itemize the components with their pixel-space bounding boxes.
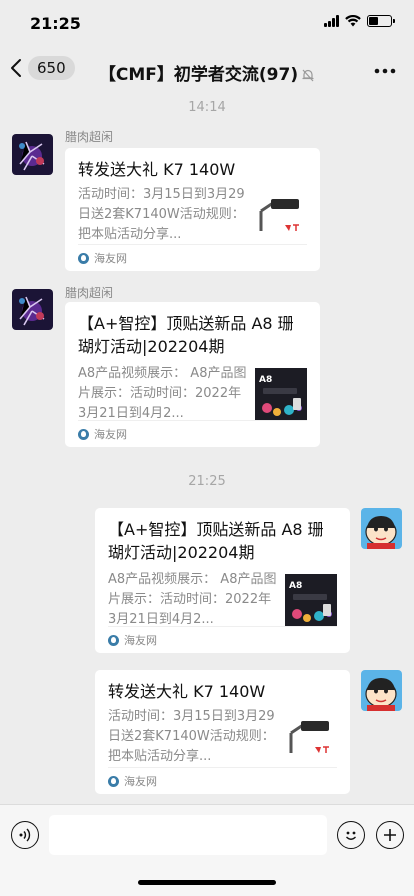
emoji-button[interactable] [337,821,365,849]
voice-input-button[interactable] [11,821,39,849]
chat-title-wrap: 【CMF】初学者交流(97) [0,60,414,85]
cellular-signal-icon [324,15,339,27]
source-name: 海友网 [94,252,127,265]
k7-light-thumbnail-icon [255,189,307,241]
svg-text:A8: A8 [259,375,272,385]
home-indicator [138,880,276,885]
card-description: 活动时间：3月15日到3月29日送2套K7140W活动规则：把本贴活动分享... [78,187,245,242]
sender-name: 腊肉超闲 [65,130,114,144]
haiyou-logo-icon [108,775,119,787]
link-card[interactable]: 【A+智控】顶贴送新品 A8 珊瑚灯活动|202204期 A8产品视频展示： A… [95,508,350,653]
card-title: 转发送大礼 K7 140W [78,160,236,179]
card-source: 海友网 [108,626,337,653]
more-functions-button[interactable] [376,821,404,849]
my-avatar[interactable] [361,508,402,549]
card-title: 【A+智控】顶贴送新品 A8 珊瑚灯活动|202204期 [108,520,324,562]
haiyou-logo-icon [78,428,89,440]
status-bar: 21:25 [0,0,414,48]
cartoon-avatar-image [361,508,402,549]
wifi-icon [345,15,361,27]
voice-icon [19,828,31,842]
card-description: 活动时间：3月15日到3月29日送2套K7140W活动规则：把本贴活动分享... [108,709,275,764]
source-name: 海友网 [124,634,157,647]
timestamp: 21:25 [188,474,226,489]
source-name: 海友网 [94,428,127,441]
timestamp: 14:14 [188,100,226,115]
card-title: 转发送大礼 K7 140W [108,682,266,701]
smiley-icon [346,831,356,840]
mute-bell-icon [302,69,314,82]
link-card[interactable]: 转发送大礼 K7 140W 活动时间：3月15日到3月29日送2套K7140W活… [65,148,320,271]
battery-icon [367,15,395,27]
cartoon-avatar-image [361,670,402,711]
sender-avatar[interactable] [12,289,53,330]
card-source: 海友网 [108,767,337,794]
svg-text:A8: A8 [289,581,302,591]
plus-icon [384,829,396,841]
a8-light-thumbnail-icon: A8 [255,368,307,420]
source-name: 海友网 [124,775,157,788]
card-source: 海友网 [78,420,307,447]
sender-avatar[interactable] [12,134,53,175]
card-title: 【A+智控】顶贴送新品 A8 珊瑚灯活动|202204期 [78,314,294,356]
ellipsis-icon [374,68,396,74]
more-options-button[interactable] [374,58,396,78]
link-card[interactable]: 转发送大礼 K7 140W 活动时间：3月15日到3月29日送2套K7140W活… [95,670,350,794]
card-description: A8产品视频展示： A8产品图片展示：活动时间：2022年3月21日到4月2..… [108,572,277,627]
k7-light-thumbnail-icon [285,711,337,763]
my-avatar[interactable] [361,670,402,711]
sender-name: 腊肉超闲 [65,286,114,300]
coral-avatar-image [12,134,53,175]
link-card[interactable]: 【A+智控】顶贴送新品 A8 珊瑚灯活动|202204期 A8产品视频展示： A… [65,302,320,447]
card-description: A8产品视频展示： A8产品图片展示：活动时间：2022年3月21日到4月2..… [78,366,247,421]
status-time: 21:25 [30,14,81,33]
message-input[interactable] [49,815,327,855]
chat-header: 650 【CMF】初学者交流(97) [0,48,414,92]
haiyou-logo-icon [78,252,89,264]
chat-title: 【CMF】初学者交流(97) [98,65,299,85]
card-source: 海友网 [78,244,307,271]
status-icons [324,15,395,27]
a8-light-thumbnail-icon: A8 [285,574,337,626]
coral-avatar-image [12,289,53,330]
haiyou-logo-icon [108,634,119,646]
